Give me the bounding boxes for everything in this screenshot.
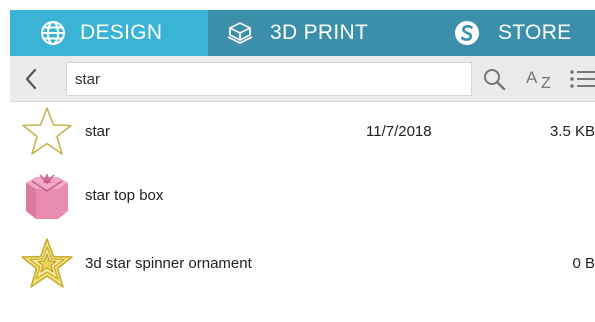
list-item[interactable]: 3d star spinner ornament 0 B — [10, 235, 595, 293]
file-size: 0 B — [572, 255, 595, 272]
search-input[interactable] — [66, 62, 472, 96]
file-date: 11/7/2018 — [366, 123, 432, 140]
file-list: star 11/7/2018 3.5 KB star top box 3d st… — [10, 103, 595, 322]
store-logo-icon — [454, 20, 480, 46]
list-item[interactable]: star top box — [10, 167, 595, 225]
search-icon — [484, 69, 506, 91]
tab-3d-print[interactable]: 3D PRINT — [208, 10, 424, 56]
file-name: star top box — [85, 187, 164, 204]
list-view-button[interactable] — [568, 64, 595, 94]
file-name: star — [85, 123, 111, 140]
tab-3d-print-label: 3D PRINT — [270, 21, 369, 44]
tab-design[interactable]: DESIGN — [10, 10, 208, 56]
3d-print-icon — [226, 20, 254, 46]
tab-store[interactable]: STORE — [424, 10, 595, 56]
pink-box-thumbnail — [20, 169, 74, 223]
list-item[interactable]: star 11/7/2018 3.5 KB — [10, 103, 595, 161]
tab-store-label: STORE — [498, 21, 572, 44]
gold-star-thumbnail — [20, 237, 74, 291]
tab-bar: DESIGN 3D PRINT STORE — [10, 10, 595, 56]
search-toolbar: A Z — [10, 56, 595, 102]
sort-alpha-button[interactable]: A Z — [522, 62, 562, 96]
sort-alpha-icon-z: Z — [541, 75, 551, 92]
chevron-left-icon — [25, 68, 37, 90]
sort-alpha-icon-a: A — [526, 68, 538, 87]
globe-icon — [40, 20, 66, 46]
file-size: 3.5 KB — [549, 123, 595, 140]
search-button[interactable] — [478, 64, 510, 94]
star-outline-thumbnail — [20, 105, 74, 159]
app-window: DESIGN 3D PRINT STORE star A Z star 11/7… — [0, 0, 595, 322]
file-name: 3d star spinner ornament — [85, 255, 252, 272]
tab-design-label: DESIGN — [80, 21, 163, 44]
back-button[interactable] — [16, 64, 46, 94]
list-view-icon — [570, 70, 595, 88]
